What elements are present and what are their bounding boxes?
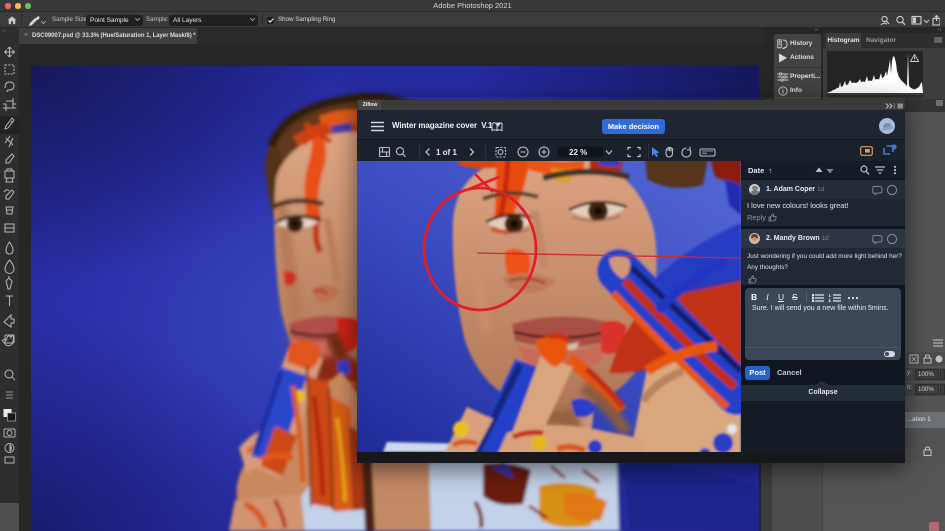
svg-text:1 of 1: 1 of 1: [436, 148, 457, 157]
svg-text:22 %: 22 %: [569, 147, 587, 156]
